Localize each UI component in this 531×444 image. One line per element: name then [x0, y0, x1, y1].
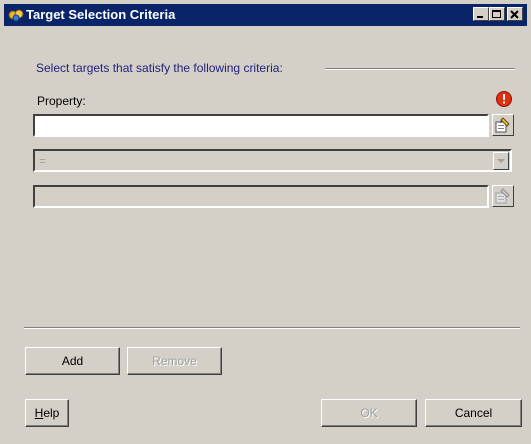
chevron-down-icon [497, 159, 505, 163]
browse-picker-icon [495, 188, 510, 204]
cancel-button[interactable]: Cancel [425, 399, 522, 427]
dialog-window: Target Selection Criteria Select targets… [0, 0, 531, 444]
maximize-button[interactable] [489, 7, 505, 21]
property-input[interactable] [35, 116, 487, 135]
property-field[interactable] [33, 114, 489, 137]
value-input[interactable] [35, 187, 487, 206]
minimize-button[interactable] [473, 7, 489, 21]
remove-button[interactable]: Remove [127, 347, 222, 375]
title-bar[interactable]: Target Selection Criteria [4, 4, 527, 26]
ok-button[interactable]: OK [321, 399, 417, 427]
help-label-rest: elp [43, 406, 60, 420]
close-icon [510, 10, 519, 19]
header-divider [325, 68, 515, 70]
operator-select[interactable]: = [33, 149, 512, 172]
property-label: Property: [37, 94, 86, 108]
browse-picker-icon [495, 117, 510, 133]
maximize-icon [492, 10, 501, 18]
separator [24, 327, 520, 329]
operator-value: = [39, 154, 47, 168]
value-field[interactable] [33, 185, 489, 208]
help-button[interactable]: Help [25, 399, 69, 427]
criteria-header: Select targets that satisfy the followin… [36, 61, 283, 75]
window-title: Target Selection Criteria [26, 7, 176, 22]
target-app-icon [8, 7, 24, 23]
value-browse-button[interactable] [492, 185, 514, 207]
close-button[interactable] [507, 7, 523, 21]
add-button[interactable]: Add [25, 347, 120, 375]
dropdown-button[interactable] [493, 152, 509, 170]
error-icon [496, 91, 512, 107]
property-browse-button[interactable] [492, 114, 514, 136]
minimize-icon [477, 16, 483, 18]
